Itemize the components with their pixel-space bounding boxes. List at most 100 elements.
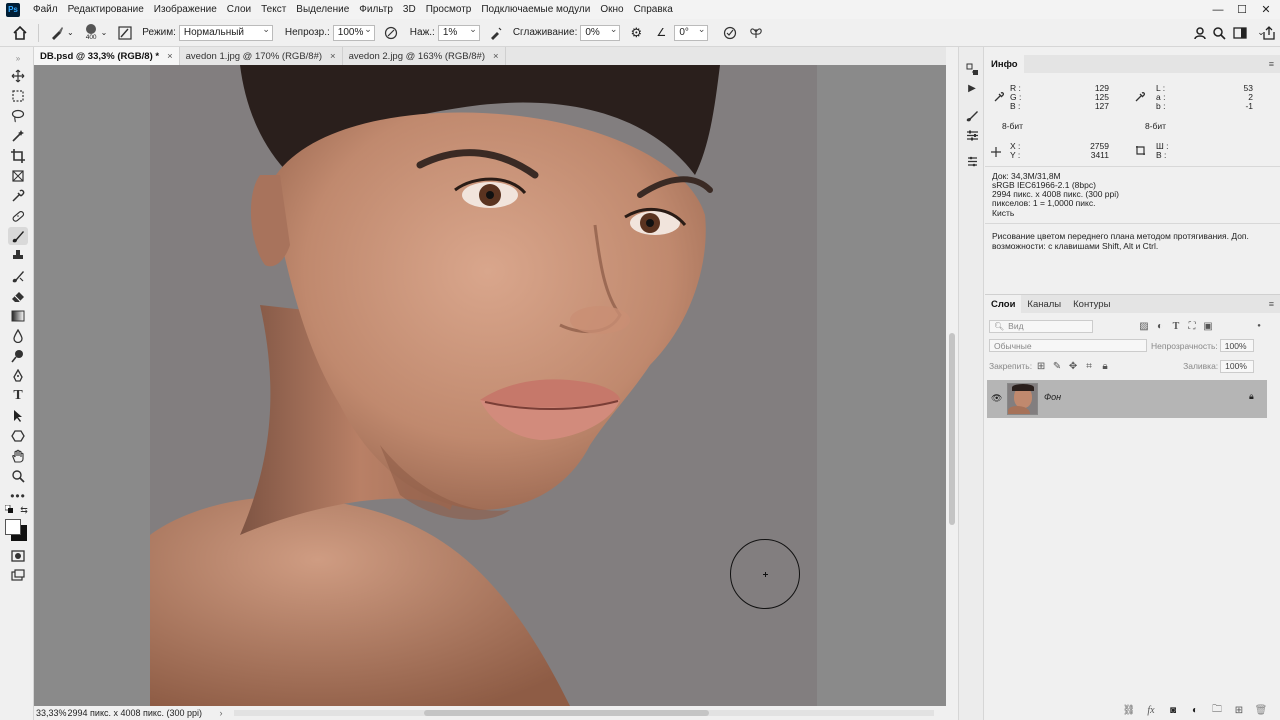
eraser-tool-icon[interactable] bbox=[8, 287, 28, 305]
brush-preset-picker[interactable]: 400 bbox=[86, 24, 97, 41]
opacity-input[interactable]: 100% bbox=[332, 24, 375, 41]
maximize-button[interactable]: ☐ bbox=[1230, 0, 1254, 19]
horizontal-scrollbar[interactable] bbox=[234, 710, 934, 716]
adjustment-layer-icon[interactable]: ◐ bbox=[1188, 703, 1202, 717]
type-tool-icon[interactable]: T bbox=[8, 387, 28, 405]
vertical-scrollbar[interactable] bbox=[946, 65, 958, 720]
new-layer-icon[interactable]: ⊞ bbox=[1232, 703, 1246, 717]
filter-type-icon[interactable]: T bbox=[1169, 319, 1183, 333]
move-tool-icon[interactable] bbox=[8, 67, 28, 85]
layer-opacity-input[interactable]: 100% bbox=[1219, 339, 1254, 352]
toolbar-collapse-icon[interactable]: » bbox=[8, 49, 28, 67]
tab-info[interactable]: Инфо bbox=[985, 55, 1024, 73]
user-account-icon[interactable] bbox=[1190, 23, 1210, 43]
tab-avedon-1[interactable]: avedon 1.jpg @ 170% (RGB/8#) × bbox=[180, 47, 343, 65]
angle-input[interactable]: 0° bbox=[674, 24, 709, 41]
symmetry-butterfly-icon[interactable] bbox=[746, 23, 766, 43]
adjustments-sliders-icon[interactable] bbox=[964, 127, 980, 143]
search-icon[interactable] bbox=[1209, 23, 1229, 43]
menu-file[interactable]: Файл bbox=[28, 4, 63, 15]
mode-select[interactable]: Нормальный bbox=[178, 24, 273, 41]
link-layers-icon[interactable]: ⛓ bbox=[1122, 703, 1136, 717]
share-icon[interactable] bbox=[1259, 23, 1279, 43]
zoom-level[interactable]: 33,33% bbox=[36, 708, 67, 718]
layers-panel-menu-icon[interactable]: ≡ bbox=[1269, 299, 1274, 309]
rgb-eyedropper-icon[interactable] bbox=[994, 92, 1005, 105]
pressure-input[interactable]: 1% bbox=[437, 24, 480, 41]
airbrush-icon[interactable] bbox=[486, 23, 506, 43]
hand-tool-icon[interactable] bbox=[8, 447, 28, 465]
filter-smart-object-icon[interactable]: ▣ bbox=[1201, 319, 1215, 333]
horizontal-scroll-thumb[interactable] bbox=[424, 710, 709, 716]
clone-stamp-tool-icon[interactable] bbox=[8, 247, 28, 265]
frame-tool-icon[interactable] bbox=[8, 167, 28, 185]
filter-shape-icon[interactable]: ⛶ bbox=[1185, 319, 1199, 333]
lock-position-icon[interactable]: ✥ bbox=[1066, 359, 1080, 373]
brush-tool-icon[interactable] bbox=[47, 23, 67, 43]
menu-text[interactable]: Текст bbox=[256, 4, 291, 15]
smoothing-input[interactable]: 0% bbox=[580, 24, 621, 41]
crop-tool-icon[interactable] bbox=[8, 147, 28, 165]
menu-plugins[interactable]: Подключаемые модули bbox=[476, 4, 595, 15]
lock-all-icon[interactable]: 🔒︎ bbox=[1098, 359, 1112, 373]
menu-view[interactable]: Просмотр bbox=[421, 4, 477, 15]
brush-picker-chevron-icon[interactable]: ⌄ bbox=[101, 28, 108, 37]
tab-paths[interactable]: Контуры bbox=[1067, 295, 1116, 313]
menu-image[interactable]: Изображение bbox=[149, 4, 222, 15]
blend-mode-select[interactable]: Обычные bbox=[989, 339, 1147, 352]
pen-tool-icon[interactable] bbox=[8, 367, 28, 385]
history-panel-icon[interactable] bbox=[964, 61, 980, 77]
delete-layer-icon[interactable]: 🗑︎ bbox=[1254, 703, 1268, 717]
history-brush-tool-icon[interactable] bbox=[8, 267, 28, 285]
layer-filter-select[interactable]: 🔍︎ Вид bbox=[989, 319, 1093, 333]
gradient-tool-icon[interactable] bbox=[8, 307, 28, 325]
home-icon[interactable] bbox=[10, 23, 30, 43]
filter-adjustment-icon[interactable]: ◐ bbox=[1153, 319, 1167, 333]
tool-preset-chevron-icon[interactable]: ⌄ bbox=[67, 28, 74, 37]
tab-channels[interactable]: Каналы bbox=[1021, 295, 1067, 313]
add-mask-icon[interactable]: ◙ bbox=[1166, 703, 1180, 717]
default-colors-icon[interactable] bbox=[4, 505, 16, 515]
smoothing-settings-gear-icon[interactable]: ⚙ bbox=[626, 23, 646, 43]
path-selection-tool-icon[interactable] bbox=[8, 407, 28, 425]
lab-eyedropper-icon[interactable] bbox=[1135, 92, 1146, 105]
lock-image-icon[interactable]: ✎ bbox=[1050, 359, 1064, 373]
pressure-opacity-icon[interactable] bbox=[381, 23, 401, 43]
canvas-area[interactable] bbox=[34, 65, 946, 706]
shape-tool-icon[interactable] bbox=[8, 427, 28, 445]
brush-settings-icon[interactable] bbox=[115, 23, 135, 43]
marquee-tool-icon[interactable] bbox=[8, 87, 28, 105]
filter-pixel-icon[interactable]: ▨ bbox=[1137, 319, 1151, 333]
lock-transparent-icon[interactable]: ⊞ bbox=[1034, 359, 1048, 373]
brush-panel-icon[interactable] bbox=[964, 107, 980, 123]
close-icon[interactable]: × bbox=[493, 51, 499, 62]
tab-avedon-2[interactable]: avedon 2.jpg @ 163% (RGB/8#) × bbox=[343, 47, 506, 65]
layer-row-background[interactable]: 👁︎ Фон 🔒︎ bbox=[987, 380, 1267, 418]
minimize-button[interactable]: — bbox=[1206, 0, 1230, 19]
layer-style-fx-icon[interactable]: fx bbox=[1144, 703, 1158, 717]
close-icon[interactable]: × bbox=[167, 51, 173, 62]
tab-layers[interactable]: Слои bbox=[985, 295, 1022, 313]
close-window-button[interactable]: ✕ bbox=[1254, 0, 1278, 19]
swap-colors-icon[interactable]: ⇆ bbox=[18, 505, 30, 515]
menu-window[interactable]: Окно bbox=[595, 4, 628, 15]
brush-tool-icon[interactable] bbox=[8, 227, 28, 245]
menu-edit[interactable]: Редактирование bbox=[63, 4, 149, 15]
lasso-tool-icon[interactable] bbox=[8, 107, 28, 125]
healing-brush-tool-icon[interactable] bbox=[8, 207, 28, 225]
blur-tool-icon[interactable] bbox=[8, 327, 28, 345]
menu-select[interactable]: Выделение bbox=[291, 4, 354, 15]
pressure-size-icon[interactable] bbox=[720, 23, 740, 43]
lock-artboard-icon[interactable]: ⌗ bbox=[1082, 359, 1096, 373]
portrait-photo[interactable] bbox=[150, 65, 817, 706]
tab-db-psd[interactable]: DB.psd @ 33,3% (RGB/8) * × bbox=[34, 47, 180, 65]
visibility-eye-icon[interactable]: 👁︎ bbox=[991, 393, 1002, 404]
menu-help[interactable]: Справка bbox=[629, 4, 678, 15]
actions-play-icon[interactable]: ▶ bbox=[964, 80, 980, 96]
zoom-tool-icon[interactable] bbox=[8, 467, 28, 485]
layer-fill-input[interactable]: 100% bbox=[1220, 359, 1255, 373]
status-chevron-icon[interactable]: › bbox=[220, 708, 223, 718]
menu-3d[interactable]: 3D bbox=[398, 4, 421, 15]
menu-filter[interactable]: Фильтр bbox=[354, 4, 398, 15]
object-selection-tool-icon[interactable] bbox=[8, 127, 28, 145]
